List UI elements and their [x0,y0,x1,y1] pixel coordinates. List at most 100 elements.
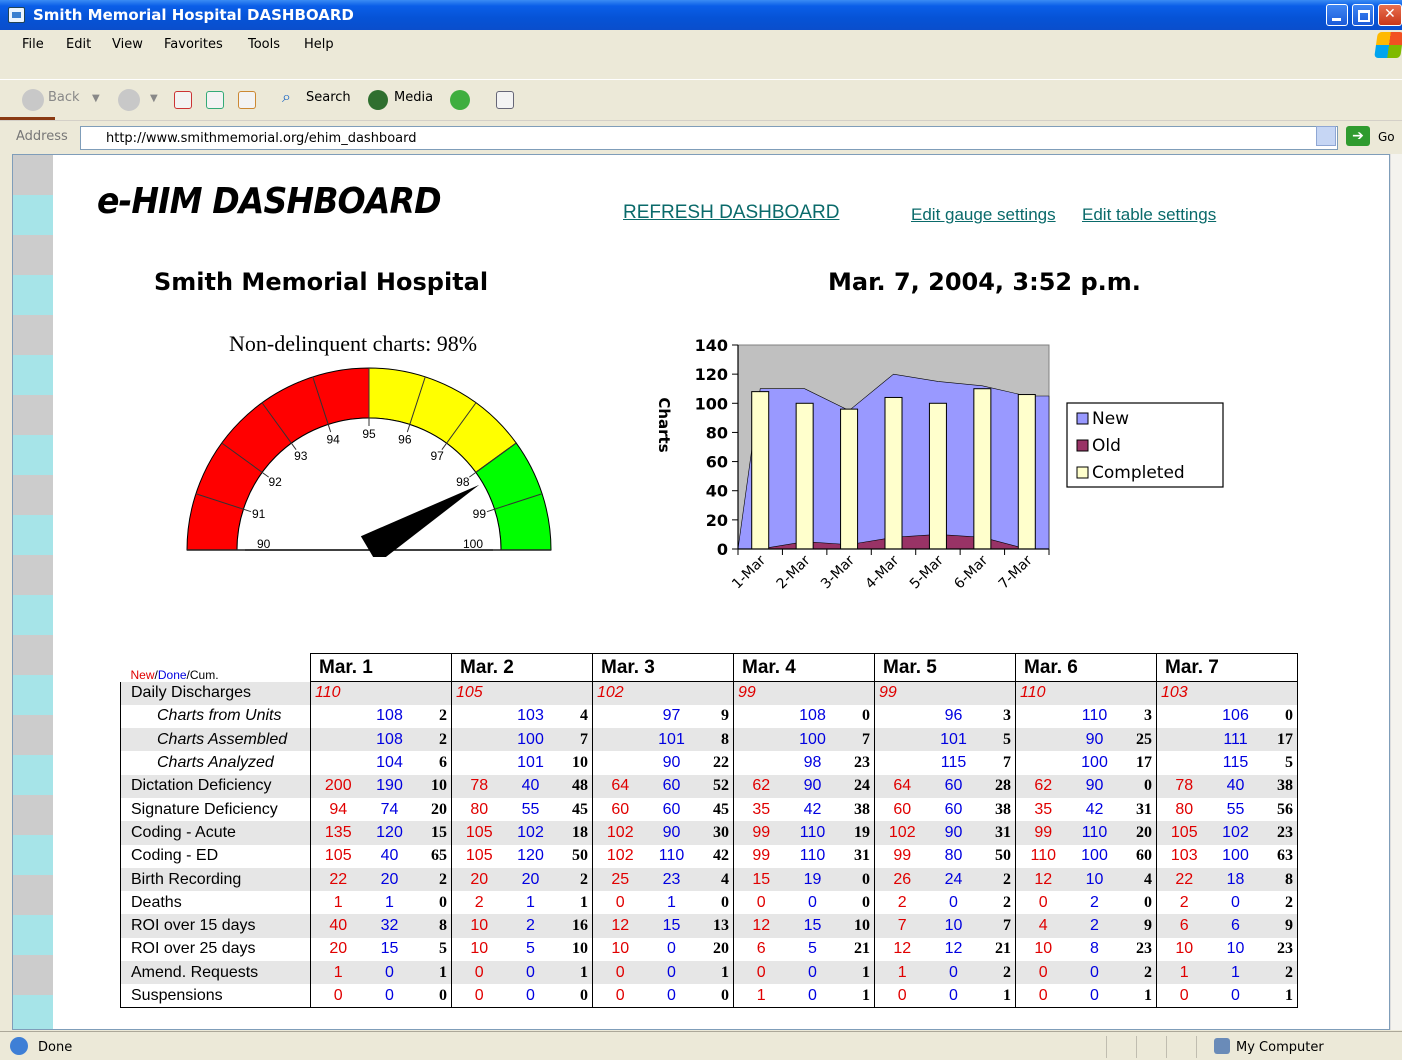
done-value: 90 [1070,774,1119,798]
window-title-bar[interactable]: Smith Memorial Hospital DASHBOARD [0,0,1402,30]
cum-value: 65 [431,847,447,865]
done-value: 23 [647,867,696,892]
delinquency-gauge: 90 91 92 93 94 95 96 97 98 99 100 [186,367,552,557]
cum-value: 52 [695,774,734,798]
go-button[interactable]: Go [1378,130,1395,144]
menu-view[interactable]: View [112,37,143,52]
table-row: Coding - Acute 135 120 15 105 102 18 102 90 30 99 1… [120,821,1298,845]
done-value: 15 [647,914,696,938]
new-value: 0 [1015,984,1071,1009]
menu-tools[interactable]: Tools [248,37,280,52]
search-icon[interactable]: ⌕ [282,87,291,107]
cum-value: 23 [1136,940,1152,958]
page-content: e-HIM DASHBOARD REFRESH DASHBOARD Edit g… [12,154,1390,1030]
legend-label: Completed [1092,463,1185,483]
row-label: Deaths [120,891,311,915]
search-button[interactable]: Search [306,90,351,105]
cum-value: 2 [439,707,447,725]
cum-value: 10 [413,774,452,798]
done-value: 2 [506,914,555,938]
completed-bar [751,391,770,550]
discharge-value: 110 [1015,681,1071,705]
date-header: Mar. 6 [1015,653,1157,682]
done-value: 0 [647,961,696,985]
cum-value: 25 [1118,728,1157,752]
back-arrow-icon[interactable] [22,89,44,111]
done-value: 101 [517,754,544,772]
empty-cell [1070,681,1119,705]
completed-bar [795,402,814,550]
done-value: 40 [380,847,399,865]
new-value [592,728,648,752]
refresh-dashboard-link[interactable]: REFRESH DASHBOARD [623,202,839,224]
discharge-value: 105 [451,681,507,705]
refresh-icon[interactable] [206,91,224,109]
print-icon[interactable] [496,91,514,109]
stop-icon[interactable] [174,91,192,109]
menu-file[interactable]: File [22,37,44,52]
new-value: 2 [451,891,507,915]
new-value [592,751,648,775]
media-button[interactable]: Media [394,90,433,105]
new-value: 0 [1015,961,1071,985]
forward-dropdown-icon[interactable]: ▼ [150,93,158,104]
new-value: 12 [592,914,648,938]
cum-value: 8 [1259,867,1298,892]
maximize-button[interactable] [1352,4,1374,26]
done-value: 10 [929,914,978,938]
cum-value: 0 [836,867,875,892]
new-value [310,728,366,752]
address-url[interactable]: http://www.smithmemorial.org/ehim_dashbo… [106,131,416,146]
new-value: 35 [733,797,789,822]
empty-cell [695,681,734,705]
vertical-scrollbar[interactable] [1390,154,1402,1030]
cum-value: 17 [1259,728,1298,752]
media-icon[interactable] [368,90,388,110]
done-value: 100 [506,728,555,752]
new-value [1156,751,1212,775]
decorative-stripe [13,155,53,1029]
done-value: 101 [929,728,978,752]
done-value: 106 [1222,707,1249,725]
new-value: 4 [1015,914,1071,938]
status-text: Done [38,1040,73,1055]
close-button[interactable] [1378,4,1402,26]
new-value: 10 [451,937,507,962]
address-dropdown-icon[interactable] [1316,126,1336,146]
home-icon[interactable] [238,91,256,109]
menu-favorites[interactable]: Favorites [164,37,223,52]
done-value: 115 [940,754,967,772]
menu-edit[interactable]: Edit [66,37,91,52]
y-tick-label: 80 [706,423,728,442]
legend-swatch [1076,412,1089,425]
done-value: 40 [506,774,555,798]
table-legend: New/Done/Cum. [121,654,311,682]
cum-value: 5 [439,940,447,958]
new-value: 105 [1156,821,1212,845]
edit-table-settings-link[interactable]: Edit table settings [1082,205,1216,225]
table-row: Charts Assembled 108 2 100 7 101 8 100 7 101 5 90 25… [120,728,1298,752]
gauge-tick-label: 99 [473,507,487,521]
done-value: 110 [658,847,685,865]
discharge-value: 99 [874,681,930,705]
back-dropdown-icon[interactable]: ▼ [92,93,100,104]
date-header: Mar. 1 [310,653,452,682]
back-button[interactable]: Back [48,90,80,105]
new-value: 0 [310,984,366,1009]
done-value: 102 [506,821,555,845]
edit-gauge-settings-link[interactable]: Edit gauge settings [911,205,1056,225]
cum-value: 1 [580,893,588,911]
table-row: Charts from Units 108 2 103 4 97 9 108 0 96 3 110 3 1… [120,704,1298,729]
minimize-button[interactable] [1326,4,1348,26]
cum-value: 1 [836,961,875,985]
history-icon[interactable] [450,90,470,110]
forward-arrow-icon[interactable] [118,89,140,111]
y-tick-label: 140 [695,336,728,355]
cum-value: 2 [1259,961,1298,985]
go-arrow-icon[interactable]: ➔ [1346,126,1370,146]
menu-help[interactable]: Help [304,37,334,52]
new-value: 0 [874,984,930,1009]
new-value: 0 [592,984,648,1009]
cum-value: 42 [713,847,729,865]
new-value: 1 [310,961,366,985]
